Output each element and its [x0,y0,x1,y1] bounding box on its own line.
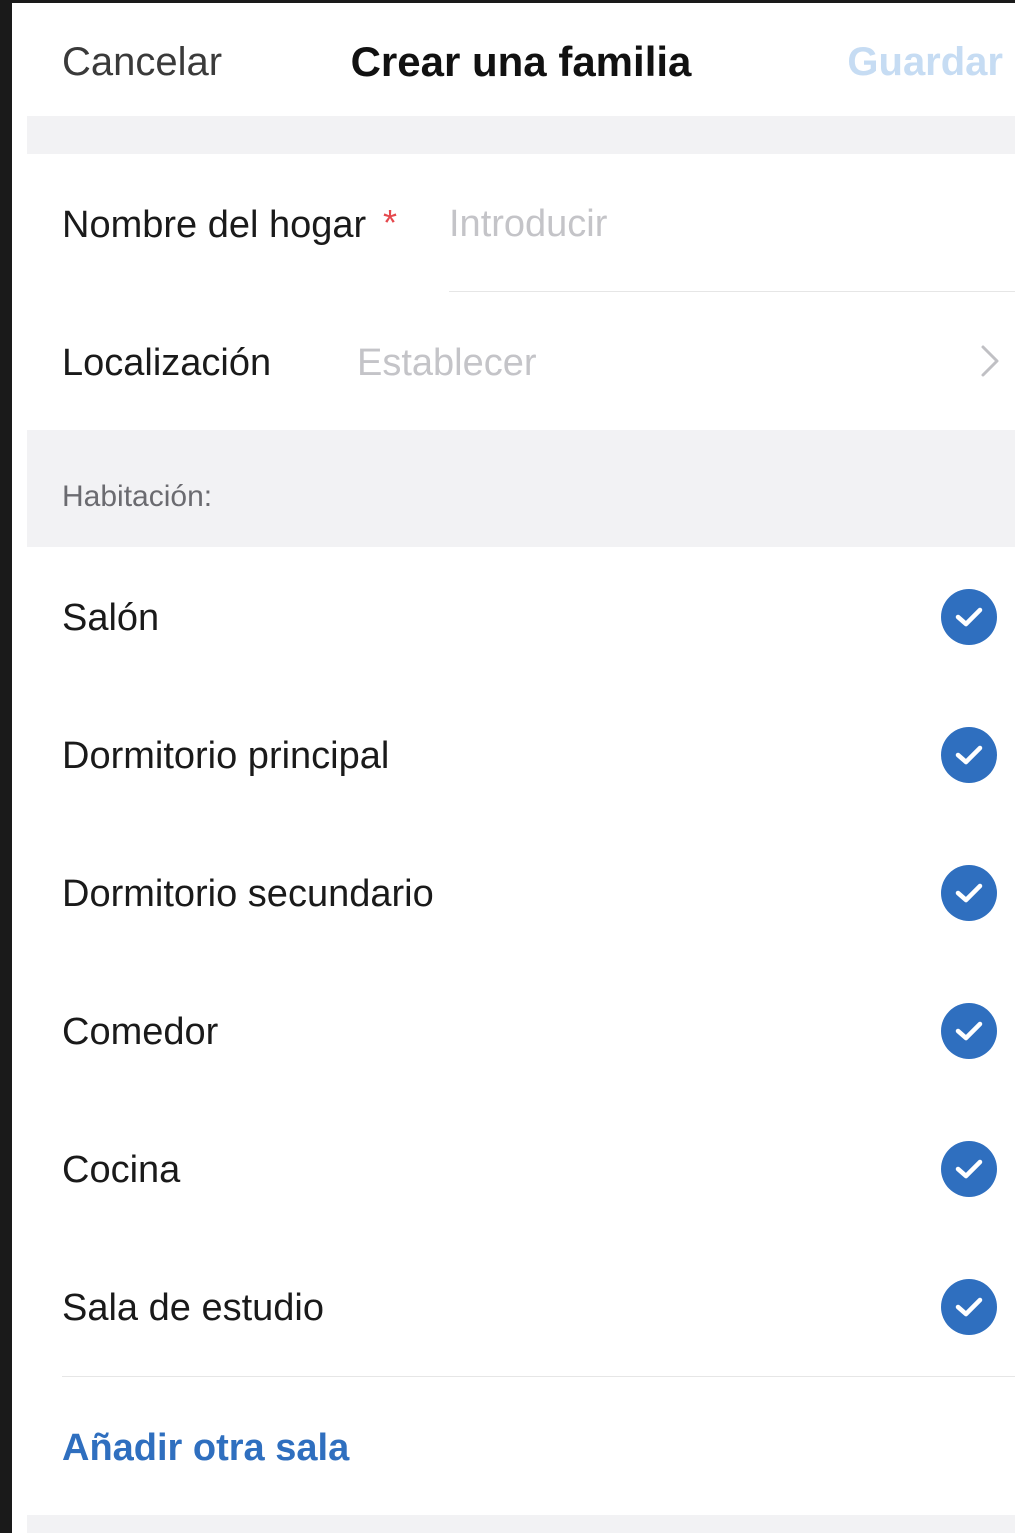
location-value: Establecer [357,342,537,384]
checkmark-circle-icon[interactable] [941,727,997,783]
nav-header: Cancelar Crear una familia Guardar [27,3,1015,116]
required-asterisk: * [383,202,398,243]
location-row[interactable]: Localización Establecer [27,292,1015,430]
section-spacer [27,116,1015,154]
bottom-spacer [27,1515,1015,1533]
app-frame: Cancelar Crear una familia Guardar Nombr… [0,0,1015,1533]
location-label: Localización [62,342,272,384]
checkmark-circle-icon[interactable] [941,1279,997,1335]
room-name: Dormitorio principal [62,735,390,777]
room-list: Salón Dormitorio principal Dormitorio se… [27,547,1015,1375]
home-name-input[interactable] [449,184,1015,264]
room-name: Sala de estudio [62,1287,324,1329]
home-name-label: Nombre del hogar [62,204,367,246]
add-room-button[interactable]: Añadir otra sala [62,1427,349,1470]
room-name: Cocina [62,1149,181,1191]
room-name: Salón [62,597,160,639]
save-button[interactable]: Guardar [847,40,1003,85]
checkmark-circle-icon[interactable] [941,1141,997,1197]
room-name: Comedor [62,1011,219,1053]
rooms-section-header: Habitación: [27,430,1015,547]
room-item-cocina[interactable]: Cocina [27,1099,1015,1237]
room-item-sala-de-estudio[interactable]: Sala de estudio [27,1237,1015,1375]
checkmark-circle-icon[interactable] [941,589,997,645]
room-item-comedor[interactable]: Comedor [27,961,1015,1099]
room-item-salon[interactable]: Salón [27,547,1015,685]
room-name: Dormitorio secundario [62,873,434,915]
create-family-screen: Cancelar Crear una familia Guardar Nombr… [27,3,1015,1533]
list-divider [62,1376,1015,1377]
chevron-right-icon [981,345,999,377]
room-item-dormitorio-secundario[interactable]: Dormitorio secundario [27,823,1015,961]
checkmark-circle-icon[interactable] [941,865,997,921]
rooms-section-label: Habitación: [62,480,213,513]
home-name-row: Nombre del hogar * [27,154,1015,292]
room-item-dormitorio-principal[interactable]: Dormitorio principal [27,685,1015,823]
checkmark-circle-icon[interactable] [941,1003,997,1059]
